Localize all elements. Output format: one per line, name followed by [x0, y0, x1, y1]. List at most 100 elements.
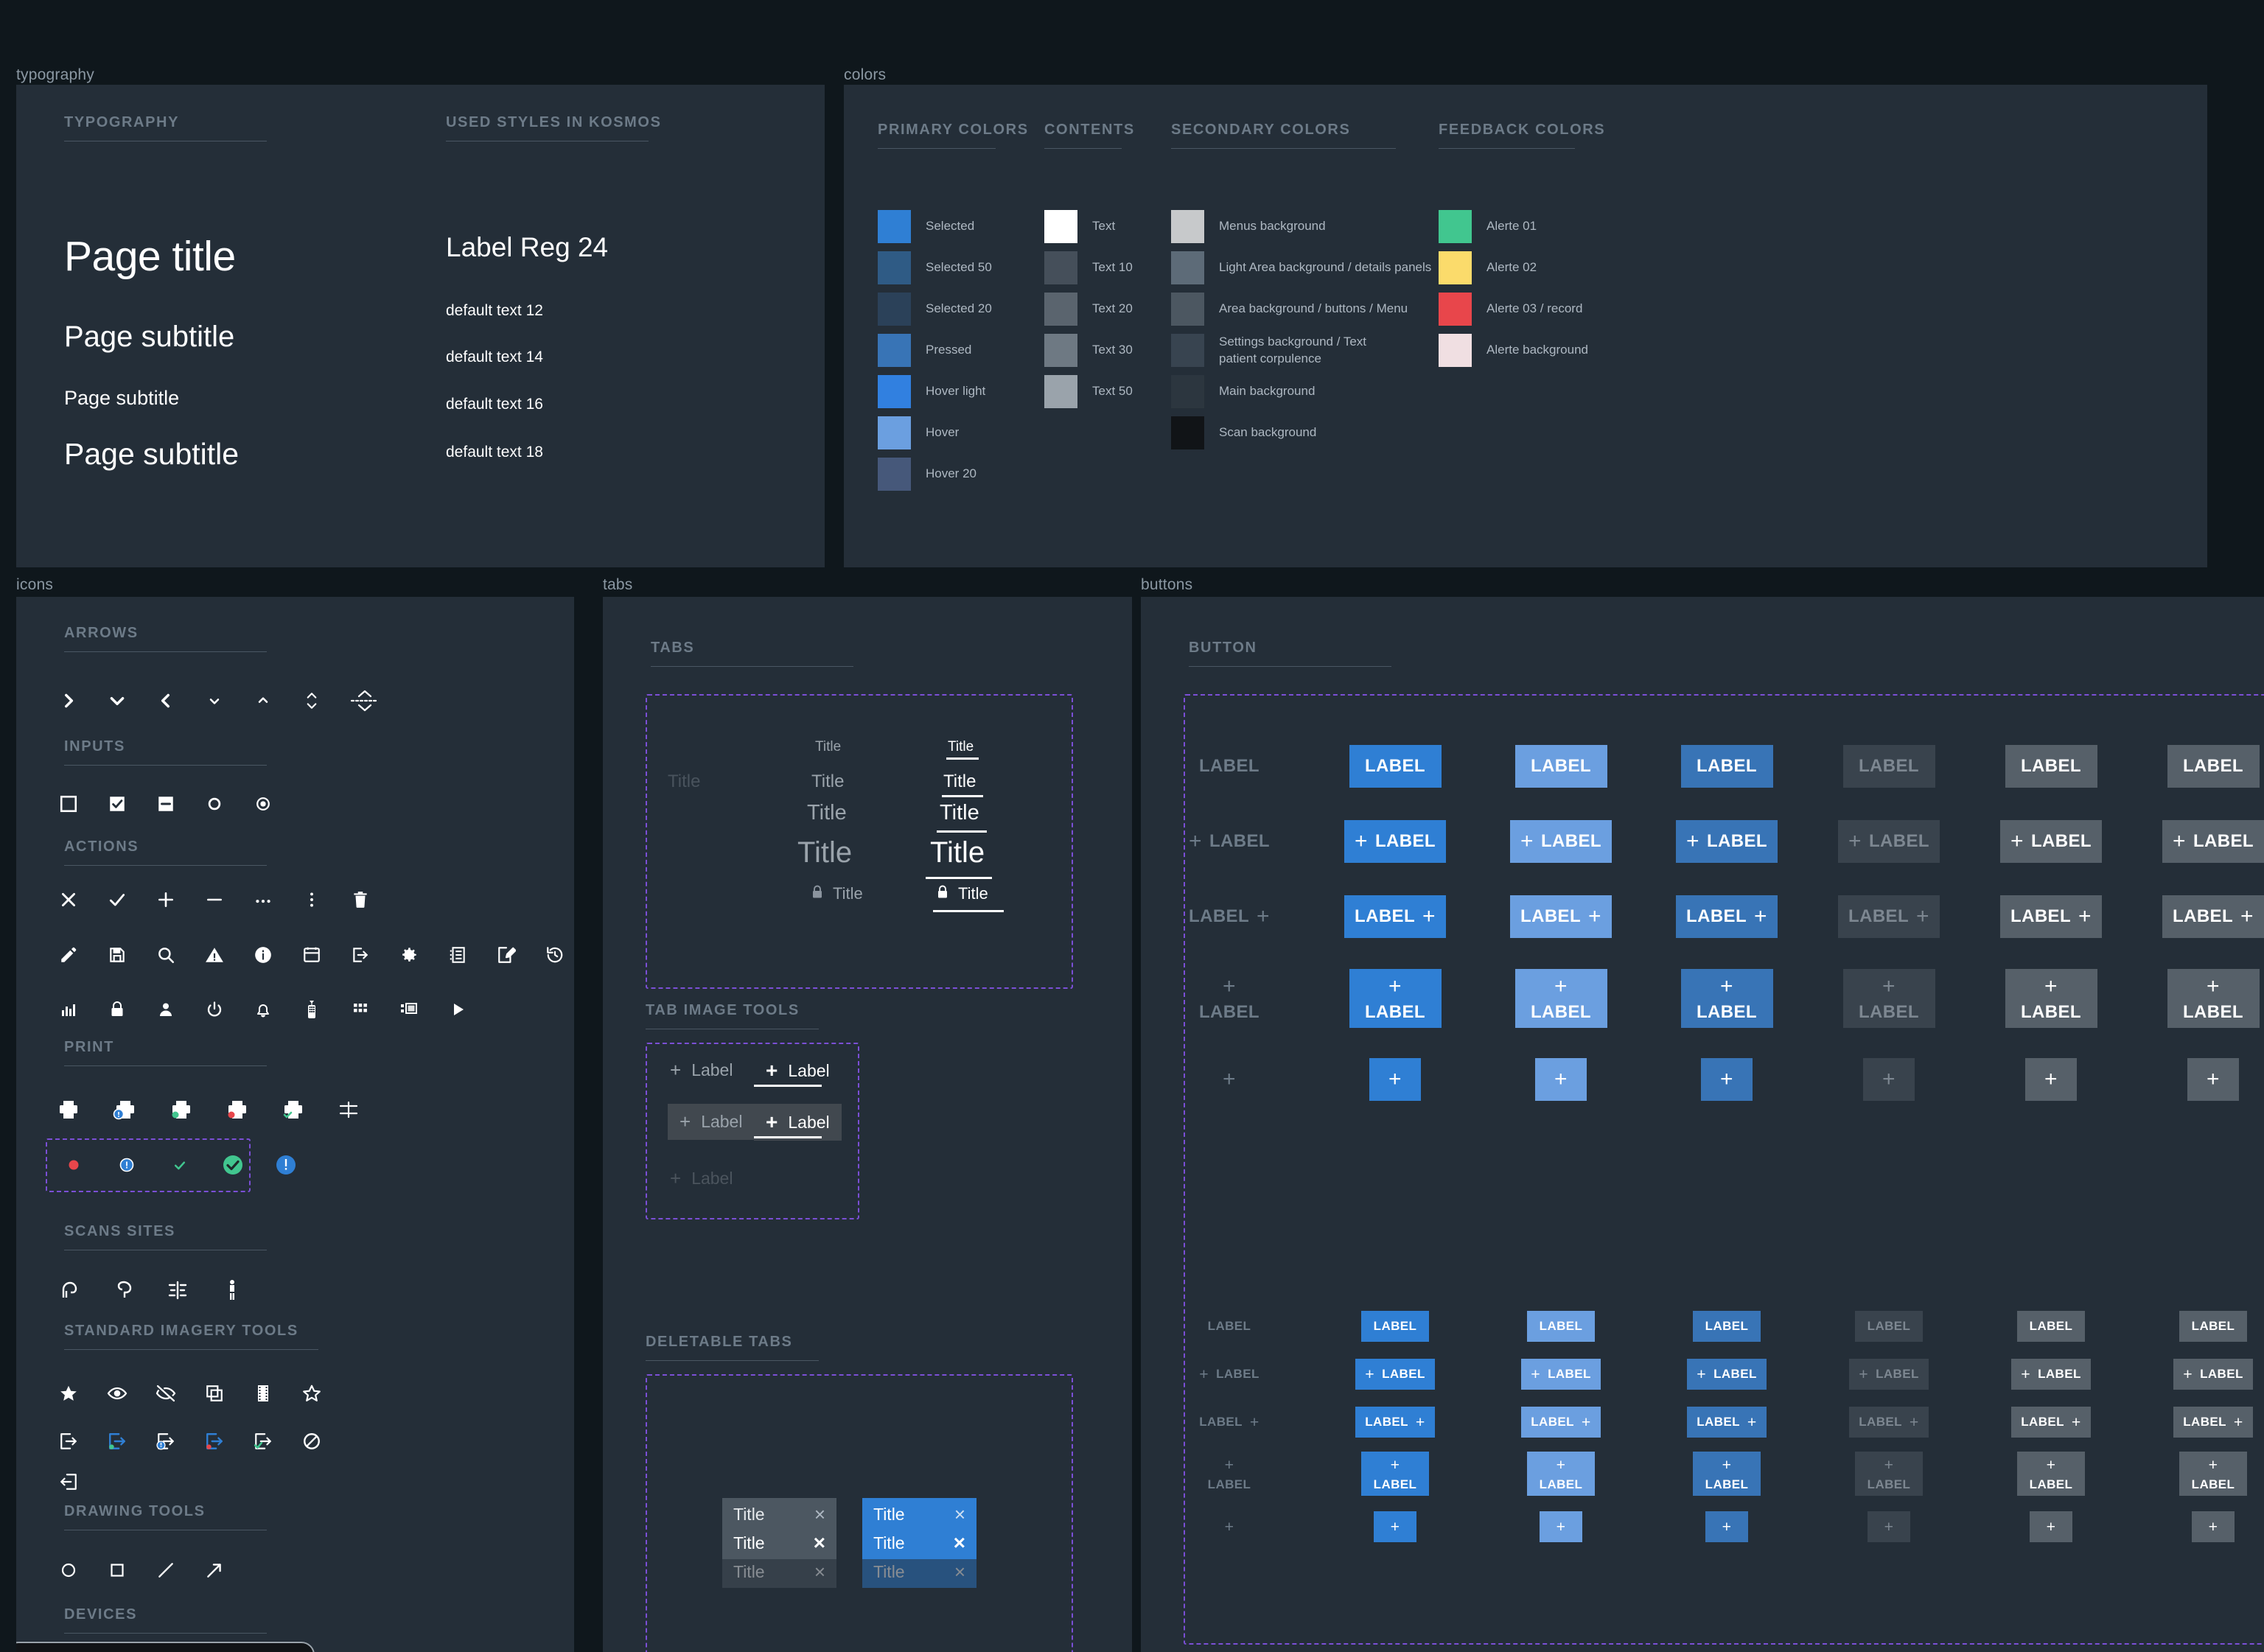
import-icon[interactable] [49, 1463, 88, 1501]
button-pressed[interactable]: LABEL + [1687, 1407, 1767, 1438]
button-pressed[interactable]: + [1701, 1058, 1753, 1101]
image-tool-tab-active[interactable]: + Label [754, 1052, 842, 1089]
button-neutral-alt[interactable]: LABEL [2167, 745, 2260, 788]
tab-title-20-default[interactable]: Title [807, 801, 847, 825]
star-filled-icon[interactable] [49, 1374, 88, 1413]
scan-site-neck-icon[interactable] [104, 1271, 142, 1309]
button-hover[interactable]: LABEL [1527, 1311, 1595, 1342]
button-neutral[interactable]: + LABEL [2000, 820, 2102, 863]
tab-title-16-active[interactable]: Title [943, 771, 976, 792]
checkbox-empty-icon[interactable] [49, 785, 88, 823]
button-selected[interactable]: + [1369, 1058, 1421, 1101]
button-pressed[interactable]: + LABEL [1676, 820, 1778, 863]
close-icon[interactable]: × [954, 1503, 965, 1526]
circle-icon[interactable] [49, 1551, 88, 1589]
button-hover[interactable]: + LABEL [1521, 1359, 1601, 1390]
button-neutral[interactable]: + LABEL [2017, 1452, 2085, 1496]
status-info-small-icon[interactable] [108, 1146, 146, 1184]
button-ghost[interactable]: + [1208, 1511, 1251, 1542]
sort-updown-icon[interactable] [293, 682, 331, 720]
button-neutral[interactable]: + [2025, 1058, 2077, 1101]
image-tool-tab-hover[interactable]: + Label [668, 1104, 755, 1140]
button-selected[interactable]: LABEL + [1355, 1407, 1435, 1438]
plus-icon[interactable] [147, 881, 185, 919]
button-neutral-alt[interactable]: LABEL + [2162, 895, 2264, 938]
button-hover[interactable]: LABEL + [1521, 1407, 1601, 1438]
deletable-tab-selected[interactable]: Title × [862, 1498, 976, 1530]
edit-document-icon[interactable] [487, 936, 525, 974]
lock-icon[interactable] [98, 990, 136, 1029]
button-selected[interactable]: + LABEL [1344, 820, 1446, 863]
button-pressed[interactable]: + LABEL [1687, 1359, 1767, 1390]
image-tool-tab-active-hover[interactable]: + Label [754, 1104, 842, 1141]
export-ok-icon[interactable] [98, 1422, 136, 1460]
button-hover[interactable]: + [1535, 1058, 1587, 1101]
tab-title-16-default[interactable]: Title [811, 771, 844, 792]
button-hover[interactable]: + LABEL [1514, 969, 1607, 1028]
check-icon[interactable] [98, 881, 136, 919]
printer-done-icon[interactable] [273, 1091, 312, 1129]
button-ghost[interactable]: LABEL + [1189, 1407, 1269, 1438]
status-dot-red-icon[interactable] [55, 1146, 93, 1184]
button-neutral[interactable]: LABEL [2017, 1311, 2085, 1342]
close-icon[interactable]: × [814, 1503, 825, 1526]
button-ghost[interactable]: LABEL + [1178, 895, 1280, 938]
eye-icon[interactable] [98, 1374, 136, 1413]
info-icon[interactable] [244, 936, 282, 974]
play-icon[interactable] [439, 990, 477, 1029]
power-icon[interactable] [195, 990, 234, 1029]
button-neutral-alt[interactable]: + [2187, 1058, 2239, 1101]
image-tool-tab-default[interactable]: + Label [658, 1052, 744, 1088]
close-icon[interactable]: × [814, 1531, 825, 1555]
button-neutral-alt[interactable]: + [2192, 1511, 2235, 1542]
forbidden-icon[interactable] [293, 1422, 331, 1460]
printer-info-icon[interactable] [105, 1091, 144, 1129]
window-icon[interactable] [293, 936, 331, 974]
deletable-tab-selected-hover[interactable]: Title × [862, 1527, 976, 1559]
star-outline-icon[interactable] [293, 1374, 331, 1413]
button-selected[interactable]: + LABEL [1349, 969, 1442, 1028]
button-neutral[interactable]: LABEL + [2011, 1407, 2091, 1438]
button-ghost[interactable]: LABEL [1184, 745, 1276, 788]
layout-icon[interactable] [390, 990, 428, 1029]
button-selected[interactable]: LABEL + [1344, 895, 1446, 938]
chevron-right-icon[interactable] [49, 682, 88, 720]
button-neutral-alt[interactable]: LABEL + [2173, 1407, 2253, 1438]
copy-icon[interactable] [195, 1374, 234, 1413]
gear-icon[interactable] [390, 936, 428, 974]
warning-icon[interactable] [195, 936, 234, 974]
printer-ok-icon[interactable] [161, 1091, 200, 1129]
tab-locked-active[interactable]: Title [936, 884, 988, 903]
button-pressed[interactable]: + LABEL [1693, 1452, 1761, 1496]
tab-title-12-active[interactable]: Title [948, 739, 974, 755]
tab-title-12-default[interactable]: Title [815, 739, 841, 755]
expand-collapse-icon[interactable] [341, 682, 388, 720]
button-selected[interactable]: LABEL [1349, 745, 1442, 788]
trash-icon[interactable] [341, 881, 380, 919]
export-icon[interactable] [49, 1422, 88, 1460]
printer-settings-icon[interactable] [329, 1091, 368, 1129]
checkbox-indeterminate-icon[interactable] [147, 785, 185, 823]
button-neutral-alt[interactable]: + LABEL [2162, 820, 2264, 863]
close-icon[interactable]: × [954, 1531, 965, 1555]
more-horizontal-icon[interactable] [244, 881, 282, 919]
button-ghost[interactable]: LABEL [1195, 1311, 1263, 1342]
chevron-down-bold-icon[interactable] [98, 682, 136, 720]
button-pressed[interactable]: LABEL [1693, 1311, 1761, 1342]
tab-title-28-default[interactable]: Title [797, 836, 852, 869]
button-hover[interactable]: LABEL + [1510, 895, 1612, 938]
save-icon[interactable] [98, 936, 136, 974]
radio-empty-icon[interactable] [195, 785, 234, 823]
button-hover[interactable]: + LABEL [1510, 820, 1612, 863]
button-pressed[interactable]: + [1705, 1511, 1748, 1542]
button-hover[interactable]: + [1540, 1511, 1582, 1542]
button-selected[interactable]: + LABEL [1355, 1359, 1435, 1390]
button-neutral[interactable]: LABEL [2005, 745, 2097, 788]
button-pressed[interactable]: LABEL + [1676, 895, 1778, 938]
bell-icon[interactable] [244, 990, 282, 1029]
chevron-left-icon[interactable] [147, 682, 185, 720]
square-icon[interactable] [98, 1551, 136, 1589]
button-ghost[interactable]: + LABEL [1189, 1359, 1269, 1390]
status-info-circle-icon[interactable] [267, 1146, 305, 1184]
remote-icon[interactable] [293, 990, 331, 1029]
